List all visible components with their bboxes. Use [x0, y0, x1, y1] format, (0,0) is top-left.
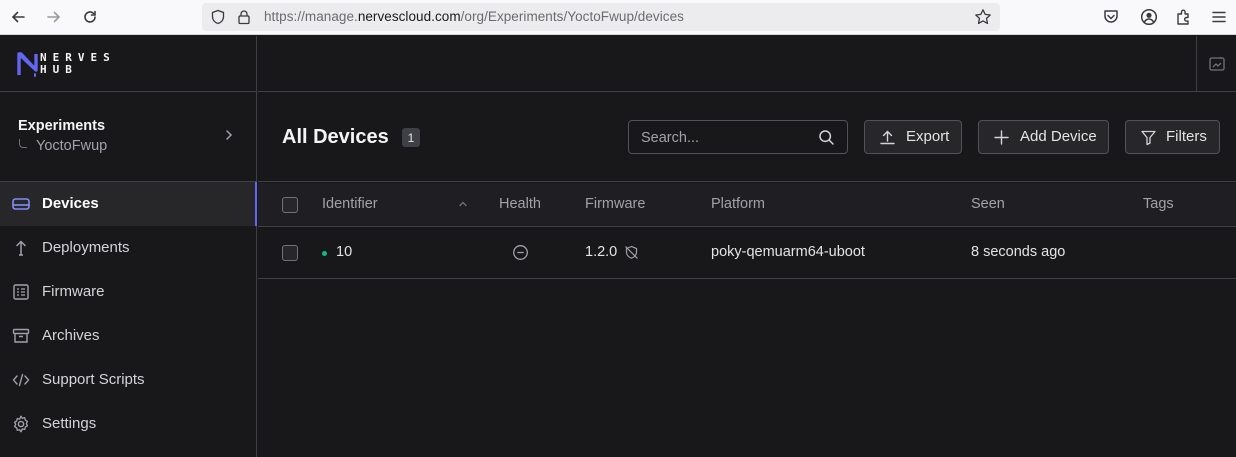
filter-icon [1140, 129, 1157, 150]
table-row[interactable]: 10 1.2.0 poky-qemuarm64-uboot 8 seconds … [258, 227, 1236, 279]
export-label: Export [906, 128, 950, 145]
bookmark-star-icon[interactable] [974, 8, 992, 31]
theme-toggle-icon[interactable] [1196, 36, 1236, 92]
sidebar-item-support-scripts[interactable]: Support Scripts [0, 358, 257, 402]
upload-icon [879, 129, 896, 150]
column-identifier[interactable]: Identifier [322, 196, 378, 212]
chevron-right-icon [222, 128, 236, 147]
health-unknown-icon [512, 244, 529, 266]
address-bar[interactable]: https://manage.nervescloud.com/org/Exper… [202, 3, 1000, 31]
top-bar [258, 36, 1236, 92]
url-domain: nervescloud.com [357, 9, 461, 24]
sidebar-item-label: Firmware [42, 283, 105, 300]
online-status-dot [322, 251, 327, 256]
filters-label: Filters [1166, 128, 1207, 145]
column-seen: Seen [971, 196, 1005, 212]
sidebar: NERVES HUB Experiments YoctoFwup Devices… [0, 36, 257, 457]
sidebar-item-settings[interactable]: Settings [0, 402, 257, 446]
sidebar-item-label: Deployments [42, 239, 130, 256]
device-count-badge: 1 [402, 128, 420, 147]
reload-icon[interactable] [76, 4, 104, 30]
add-device-label: Add Device [1020, 128, 1097, 145]
url-text[interactable]: https://manage.nervescloud.com/org/Exper… [264, 9, 684, 24]
sidebar-item-deployments[interactable]: Deployments [0, 226, 257, 270]
device-last-seen: 8 seconds ago [971, 244, 1066, 260]
sidebar-item-firmware[interactable]: Firmware [0, 270, 257, 314]
forward-icon[interactable] [40, 4, 68, 30]
export-button[interactable]: Export [864, 120, 962, 154]
deployments-icon [11, 238, 31, 258]
code-icon [11, 370, 31, 390]
logo-area: NERVES HUB [0, 36, 257, 92]
pocket-icon[interactable] [1099, 5, 1123, 29]
sidebar-item-label: Devices [42, 195, 99, 212]
page-title: All Devices [282, 126, 389, 148]
product-name: YoctoFwup [36, 138, 108, 154]
search-icon[interactable] [818, 129, 835, 151]
account-icon[interactable] [1137, 5, 1161, 29]
shield-icon[interactable] [210, 9, 226, 30]
column-firmware: Firmware [585, 196, 646, 212]
gear-icon [11, 414, 31, 434]
page-header: All Devices 1 Export Add Device Filters [258, 92, 1236, 182]
hierarchy-connector [19, 139, 27, 148]
archive-icon [11, 326, 31, 346]
devices-icon [11, 194, 31, 214]
url-path: /org/Experiments/YoctoFwup/devices [460, 9, 684, 24]
search-box[interactable] [628, 120, 848, 154]
search-input[interactable] [641, 128, 811, 148]
url-prefix: https://manage. [264, 9, 358, 24]
back-icon[interactable] [4, 4, 32, 30]
sidebar-item-label: Support Scripts [42, 371, 145, 388]
logo-word-hub: HUB [40, 63, 78, 76]
org-name: Experiments [18, 118, 106, 134]
column-tags: Tags [1143, 196, 1174, 212]
extensions-icon[interactable] [1172, 5, 1196, 29]
sort-ascending-icon[interactable] [457, 197, 469, 215]
firmware-icon [11, 282, 31, 302]
column-platform: Platform [711, 196, 765, 212]
add-device-button[interactable]: Add Device [978, 120, 1109, 154]
org-switcher[interactable]: Experiments YoctoFwup [0, 92, 257, 182]
sidebar-item-devices[interactable]: Devices [0, 182, 257, 226]
table-header: Identifier Health Firmware Platform Seen… [258, 183, 1236, 227]
filters-button[interactable]: Filters [1125, 120, 1220, 154]
device-platform: poky-qemuarm64-uboot [711, 244, 865, 260]
menu-icon[interactable] [1207, 5, 1231, 29]
sidebar-item-archives[interactable]: Archives [0, 314, 257, 358]
row-checkbox[interactable] [282, 245, 298, 261]
plus-icon [993, 129, 1010, 150]
select-all-checkbox[interactable] [282, 197, 298, 213]
sidebar-item-label: Settings [42, 415, 97, 432]
main-content: All Devices 1 Export Add Device Filters [258, 36, 1236, 457]
sidebar-item-label: Archives [42, 327, 100, 344]
firmware-unsigned-icon [624, 245, 639, 265]
firmware-version: 1.2.0 [585, 244, 618, 260]
lock-icon[interactable] [236, 9, 252, 30]
browser-toolbar: https://manage.nervescloud.com/org/Exper… [0, 0, 1236, 35]
column-health: Health [499, 196, 541, 212]
device-identifier-link[interactable]: 10 [336, 244, 352, 260]
